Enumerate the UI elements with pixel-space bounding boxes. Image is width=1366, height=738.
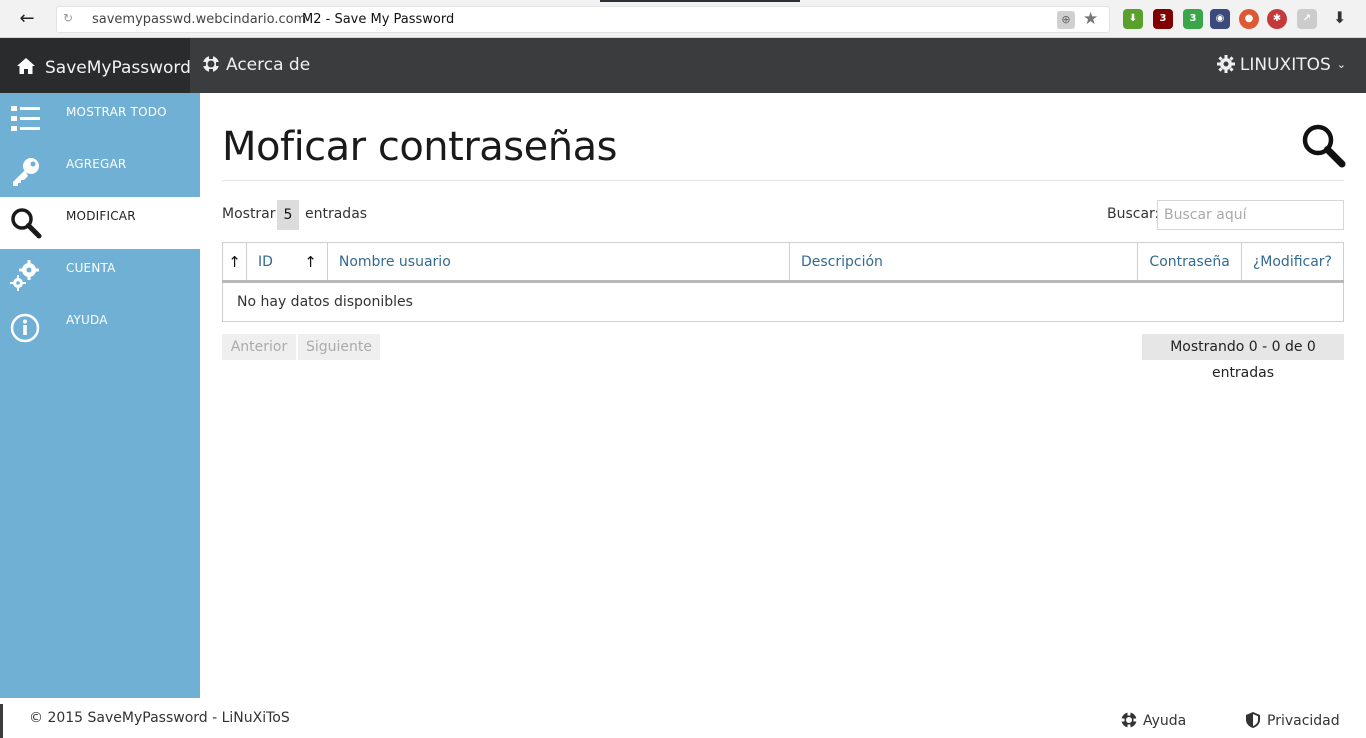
reload-icon[interactable]: ↻ (63, 11, 73, 25)
bug-icon[interactable]: ✱ (1267, 9, 1287, 29)
sort-arrow-icon[interactable]: ↑ (222, 242, 247, 283)
url-text: savemypasswd.webcindario.com (92, 12, 307, 27)
help-link[interactable]: Ayuda (1121, 712, 1186, 729)
footer-edge (0, 704, 3, 738)
sidebar-item-label: MOSTRAR TODO (66, 105, 167, 119)
download-helper-icon[interactable]: ⬇ (1123, 9, 1143, 29)
downloads-icon[interactable]: ⬇ (1333, 8, 1346, 27)
sidebar-item-cuenta[interactable]: CUENTA (0, 249, 200, 301)
passwords-table: ↑ ID ↑ Nombre usuario Descripción Contras… (222, 242, 1344, 322)
about-link[interactable]: Acerca de (202, 55, 310, 75)
ublock-badge: 3 (1159, 13, 1167, 24)
puzzle-icon[interactable]: ↗ (1297, 9, 1317, 29)
next-page-button[interactable]: Siguiente (298, 334, 380, 360)
length-prefix: Mostrar (222, 206, 276, 222)
copyright-text: © 2015 SaveMyPassword - LiNuXiToS (29, 710, 290, 726)
chevron-down-icon: ⌄ (1336, 58, 1346, 71)
title-divider (222, 180, 1344, 181)
user-name: LINUXITOS (1239, 55, 1331, 75)
shield-badge: 3 (1189, 13, 1197, 24)
sort-arrow-icon: ↑ (304, 253, 317, 271)
column-label: ID (257, 253, 273, 270)
search-icon (11, 208, 42, 239)
search-icon (1302, 124, 1346, 168)
info-icon (10, 313, 40, 343)
sidebar-item-label: MODIFICAR (66, 209, 136, 223)
lifebuoy-icon (202, 55, 220, 73)
home-icon (17, 58, 35, 74)
bookmark-star-icon[interactable]: ★ (1083, 9, 1098, 29)
eye-icon[interactable]: ◉ (1210, 9, 1230, 29)
length-suffix: entradas (305, 206, 368, 222)
column-header-contrasena[interactable]: Contraseña (1137, 242, 1242, 283)
gears-icon (10, 260, 39, 291)
sidebar-item-label: CUENTA (66, 261, 116, 275)
empty-table-message: No hay datos disponibles (237, 294, 413, 310)
column-label: ¿Modificar? (1252, 253, 1332, 270)
sidebar-item-agregar[interactable]: AGREGAR (0, 145, 200, 197)
privacy-label: Privacidad (1267, 713, 1340, 729)
table-row: No hay datos disponibles (223, 282, 1344, 322)
list-icon (11, 106, 40, 131)
address-bar[interactable]: ↻ savemypasswd.webcindario.com M2 - Save… (56, 6, 1110, 33)
previous-page-button[interactable]: Anterior (222, 334, 296, 360)
back-arrow-icon[interactable]: ← (16, 8, 38, 30)
shield-check-icon[interactable]: 3 (1183, 9, 1203, 29)
sidebar-item-label: AGREGAR (66, 157, 127, 171)
sidebar-item-label: AYUDA (66, 313, 108, 327)
column-label: Descripción (800, 253, 883, 270)
duckduckgo-icon[interactable]: ● (1239, 9, 1259, 29)
shield-icon (1246, 712, 1260, 728)
translate-icon[interactable]: ⊕ (1057, 11, 1075, 29)
key-icon (13, 158, 39, 186)
table-info: Mostrando 0 - 0 de 0 entradas (1142, 334, 1344, 381)
sidebar-item-modificar[interactable]: MODIFICAR (0, 197, 200, 249)
brand-name: SaveMyPassword (45, 58, 191, 78)
active-tab-indicator (600, 0, 800, 2)
sidebar: MOSTRAR TODO AGREGAR MODIFICAR CUENTA AY… (0, 93, 200, 698)
search-label: Buscar: (1107, 206, 1160, 222)
ublock-icon[interactable]: 3 (1153, 9, 1173, 29)
sidebar-item-ayuda[interactable]: AYUDA (0, 301, 200, 353)
table-header-row: ↑ ID ↑ Nombre usuario Descripción Contras… (222, 242, 1344, 283)
search-input[interactable] (1157, 200, 1344, 230)
top-navbar: SaveMyPassword Acerca de LINUXITOS ⌄ (0, 38, 1366, 93)
help-label: Ayuda (1143, 713, 1187, 729)
column-label: Nombre usuario (338, 253, 451, 270)
tab-title-text: M2 - Save My Password (302, 12, 455, 27)
column-header-descripcion[interactable]: Descripción (789, 242, 1139, 283)
column-label: Contraseña (1149, 253, 1230, 270)
gear-icon (1216, 55, 1235, 73)
user-menu[interactable]: LINUXITOS ⌄ (1216, 55, 1346, 75)
column-header-modificar[interactable]: ¿Modificar? (1241, 242, 1344, 283)
privacy-link[interactable]: Privacidad (1245, 712, 1340, 729)
page-title: Moficar contraseñas (222, 124, 617, 170)
page-length-select[interactable]: 5 (277, 200, 299, 230)
about-label: Acerca de (226, 55, 311, 75)
browser-toolbar: ← ↻ savemypasswd.webcindario.com M2 - Sa… (0, 0, 1366, 38)
brand-link[interactable]: SaveMyPassword (0, 38, 191, 93)
sidebar-item-mostrar-todo[interactable]: MOSTRAR TODO (0, 93, 200, 145)
lifebuoy-icon (1121, 712, 1137, 728)
column-header-id[interactable]: ID ↑ (246, 242, 328, 283)
footer: © 2015 SaveMyPassword - LiNuXiToS Ayuda … (0, 698, 1366, 738)
column-header-nombre-usuario[interactable]: Nombre usuario (327, 242, 790, 283)
